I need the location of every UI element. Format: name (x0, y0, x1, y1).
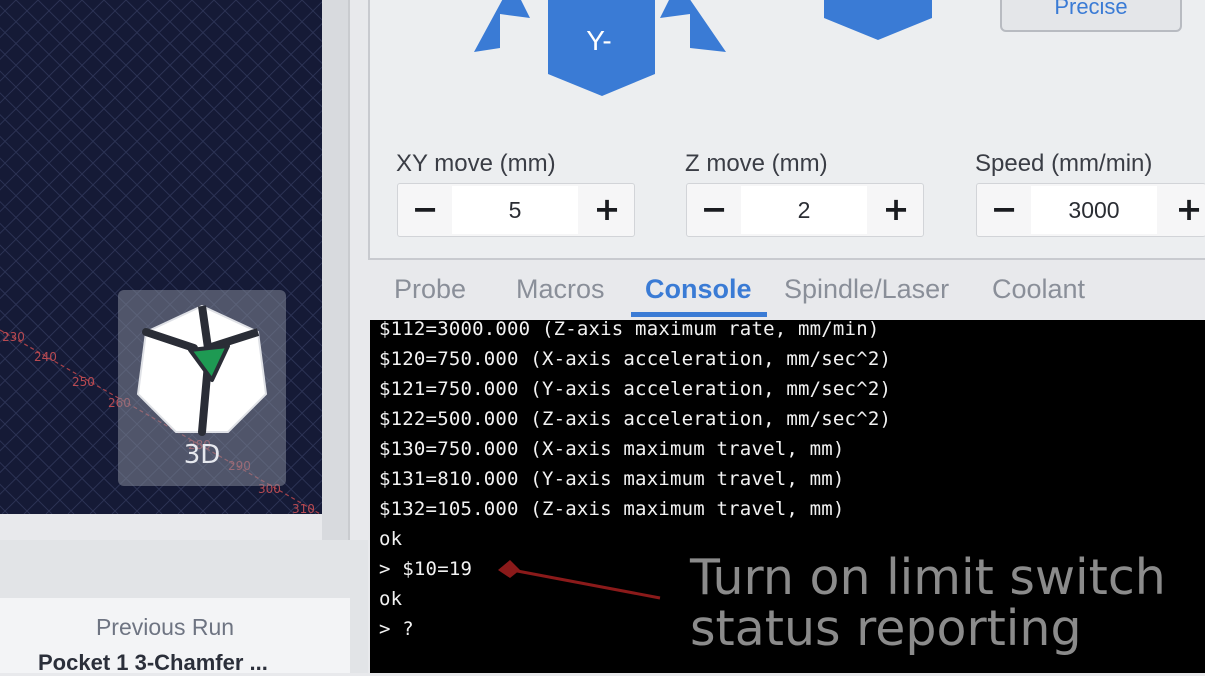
console-output[interactable]: $112=3000.000 (Z-axis maximum rate, mm/m… (370, 320, 1205, 673)
axis-tick: 310 (292, 502, 315, 514)
xy-move-stepper: − 5 + (397, 183, 635, 237)
z-move-increment-button[interactable]: + (869, 184, 923, 236)
speed-label: Speed (mm/min) (975, 150, 1153, 177)
tab-macros[interactable]: Macros (516, 274, 605, 305)
viewport-divider-line (348, 0, 350, 540)
z-move-stepper: − 2 + (686, 183, 924, 237)
tab-console[interactable]: Console (645, 274, 752, 305)
speed-input[interactable]: 3000 (1031, 186, 1157, 234)
z-move-label: Z move (mm) (685, 150, 828, 177)
previous-run-label: Previous Run (95, 614, 235, 640)
tab-coolant[interactable]: Coolant (992, 274, 1085, 305)
annotation-line-2: status reporting (690, 600, 1082, 657)
annotation-text: Turn on limit switch status reporting (690, 552, 1200, 654)
y-minus-label: Y- (586, 25, 611, 56)
axis-tick: 240 (34, 350, 57, 364)
axis-tick: 250 (72, 375, 95, 389)
tab-bar: Probe Macros Console Spindle/Laser Coola… (370, 260, 1205, 320)
active-tab-indicator (631, 312, 767, 317)
z-move-decrement-button[interactable]: − (687, 184, 741, 236)
viewport-divider (322, 0, 350, 540)
previous-run-job-name[interactable]: Pocket 1 3-Chamfer ... (38, 650, 268, 676)
3d-viewport[interactable]: 230 240 250 260 280 290 300 310 3D (0, 0, 322, 514)
jog-controls: Y- (474, 0, 932, 96)
xy-move-input[interactable]: 5 (452, 186, 578, 234)
speed-increment-button[interactable]: + (1162, 184, 1205, 236)
jog-diagonal-left-arrow[interactable] (474, 0, 530, 52)
xy-move-decrement-button[interactable]: − (398, 184, 452, 236)
z-move-input[interactable]: 2 (741, 186, 867, 234)
annotation-line-1: Turn on limit switch (690, 549, 1166, 606)
cube-label: 3D (183, 440, 221, 470)
speed-stepper: − 3000 + (976, 183, 1205, 237)
speed-decrement-button[interactable]: − (977, 184, 1031, 236)
xy-move-increment-button[interactable]: + (580, 184, 634, 236)
precise-button[interactable]: Precise (1000, 0, 1182, 32)
tab-spindle-laser[interactable]: Spindle/Laser (784, 274, 949, 305)
jog-diagonal-right-arrow[interactable] (660, 0, 726, 52)
cube-icon (136, 304, 268, 436)
tab-probe[interactable]: Probe (394, 274, 466, 305)
jog-z-button[interactable] (824, 0, 932, 40)
axis-tick: 230 (2, 330, 25, 344)
xy-move-label: XY move (mm) (396, 150, 556, 177)
view-cube-button[interactable]: 3D (118, 290, 286, 486)
